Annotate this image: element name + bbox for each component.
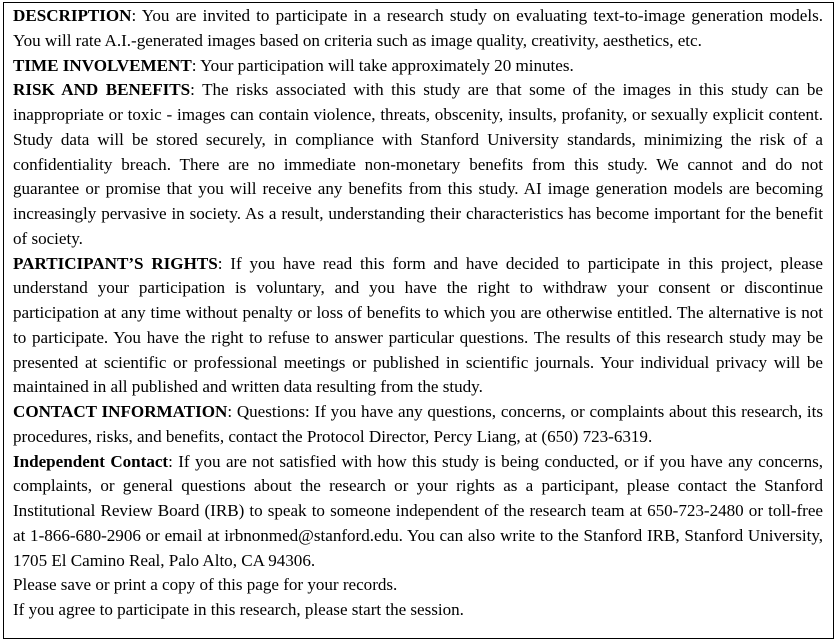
section-independent-contact-separator: : [168, 451, 179, 471]
consent-form-text: DESCRIPTION: You are invited to particip… [13, 4, 823, 623]
section-description-separator: : [131, 6, 142, 25]
section-description: DESCRIPTION: You are invited to particip… [13, 4, 823, 54]
section-contact-information-heading: CONTACT INFORMATION [13, 402, 228, 421]
consent-form-frame: DESCRIPTION: You are invited to particip… [3, 2, 834, 639]
section-contact-information-separator: : [227, 402, 237, 421]
closing-line-save-copy: Please save or print a copy of this page… [13, 575, 398, 595]
section-participants-rights: PARTICIPANT’S RIGHTS: If you have read t… [13, 252, 823, 401]
section-participants-rights-separator: : [217, 253, 231, 273]
section-risk-and-benefits-body: The risks associated with this study are… [13, 80, 823, 248]
section-independent-contact: Independent Contact: If you are not sati… [13, 450, 823, 574]
section-participants-rights-heading: PARTICIPANT’S RIGHTS [13, 253, 218, 273]
section-risk-and-benefits-separator: : [190, 80, 203, 100]
section-participants-rights-body: If you have read this form and have deci… [13, 253, 823, 397]
section-description-heading: DESCRIPTION [13, 6, 132, 25]
section-time-involvement-separator: : [191, 55, 201, 75]
section-risk-and-benefits: RISK AND BENEFITS: The risks associated … [13, 78, 823, 251]
section-time-involvement-heading: TIME INVOLVEMENT [13, 55, 192, 75]
section-independent-contact-heading: Independent Contact [13, 451, 169, 471]
section-time-involvement-body: Your participation will take approximate… [200, 55, 574, 75]
closing-line-start-session: If you agree to participate in this rese… [13, 600, 464, 619]
section-time-involvement: TIME INVOLVEMENT: Your participation wil… [13, 54, 823, 79]
section-risk-and-benefits-heading: RISK AND BENEFITS [13, 80, 191, 100]
section-contact-information: CONTACT INFORMATION: Questions: If you h… [13, 400, 823, 450]
